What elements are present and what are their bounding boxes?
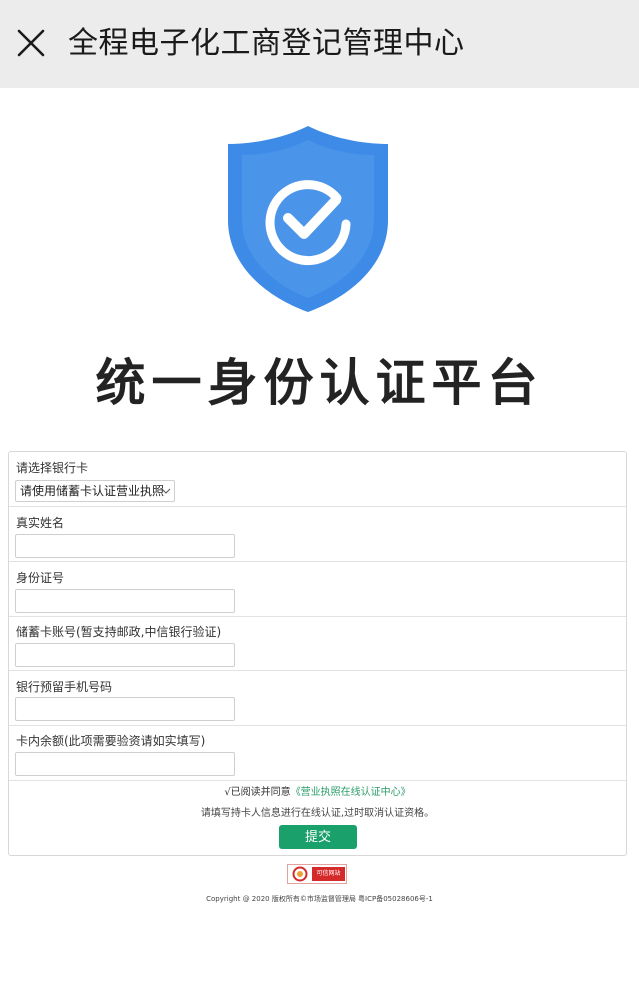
name-label: 真实姓名 — [16, 516, 65, 530]
card-number-input[interactable] — [15, 643, 235, 667]
verification-form: 请选择银行卡 请使用储蓄卡认证营业执照 真实姓名 身份证号 储蓄卡账号(暂支持邮… — [8, 451, 627, 856]
bank-select-row: 请选择银行卡 请使用储蓄卡认证营业执照 — [9, 452, 626, 507]
card-number-row: 储蓄卡账号(暂支持邮政,中信银行验证) — [9, 617, 626, 671]
name-input[interactable] — [15, 534, 235, 558]
agreement-text: √已阅读并同意 — [224, 787, 291, 798]
trust-seal-icon — [292, 866, 308, 882]
balance-row: 卡内余额(此项需要验资请如实填写) — [9, 726, 626, 781]
submit-button[interactable]: 提交 — [279, 825, 357, 849]
agreement-line: √已阅读并同意《营业执照在线认证中心》 — [9, 786, 626, 800]
trust-badge[interactable]: 可信网站 — [287, 864, 347, 884]
chevron-down-icon — [161, 488, 171, 494]
notice-text: 请填写持卡人信息进行在线认证,过时取消认证资格。 — [200, 808, 435, 819]
name-row: 真实姓名 — [9, 507, 626, 562]
bank-select-value: 请使用储蓄卡认证营业执照 — [20, 484, 165, 498]
bank-select-label: 请选择银行卡 — [16, 461, 89, 475]
id-number-input[interactable] — [15, 589, 235, 613]
close-icon[interactable] — [14, 26, 48, 60]
balance-label: 卡内余额(此项需要验资请如实填写) — [16, 734, 206, 748]
page-title: 全程电子化工商登记管理中心 — [68, 26, 465, 61]
shield-check-icon — [228, 126, 388, 312]
footer-copyright: Copyright @ 2020 版权所有©市场监督管理局 粤ICP备05028… — [206, 895, 433, 903]
title-bar: 全程电子化工商登记管理中心 — [0, 0, 639, 88]
bank-select[interactable]: 请使用储蓄卡认证营业执照 — [15, 480, 175, 502]
balance-input[interactable] — [15, 752, 235, 776]
id-number-label: 身份证号 — [16, 571, 65, 585]
agreement-link[interactable]: 《营业执照在线认证中心》 — [291, 787, 411, 798]
phone-input[interactable] — [15, 697, 235, 721]
trust-badge-text: 可信网站 — [312, 867, 345, 881]
card-number-label: 储蓄卡账号(暂支持邮政,中信银行验证) — [16, 625, 222, 639]
platform-title: 统一身份认证平台 — [95, 354, 544, 412]
id-number-row: 身份证号 — [9, 562, 626, 617]
phone-label: 银行预留手机号码 — [16, 680, 113, 694]
phone-row: 银行预留手机号码 — [9, 671, 626, 726]
